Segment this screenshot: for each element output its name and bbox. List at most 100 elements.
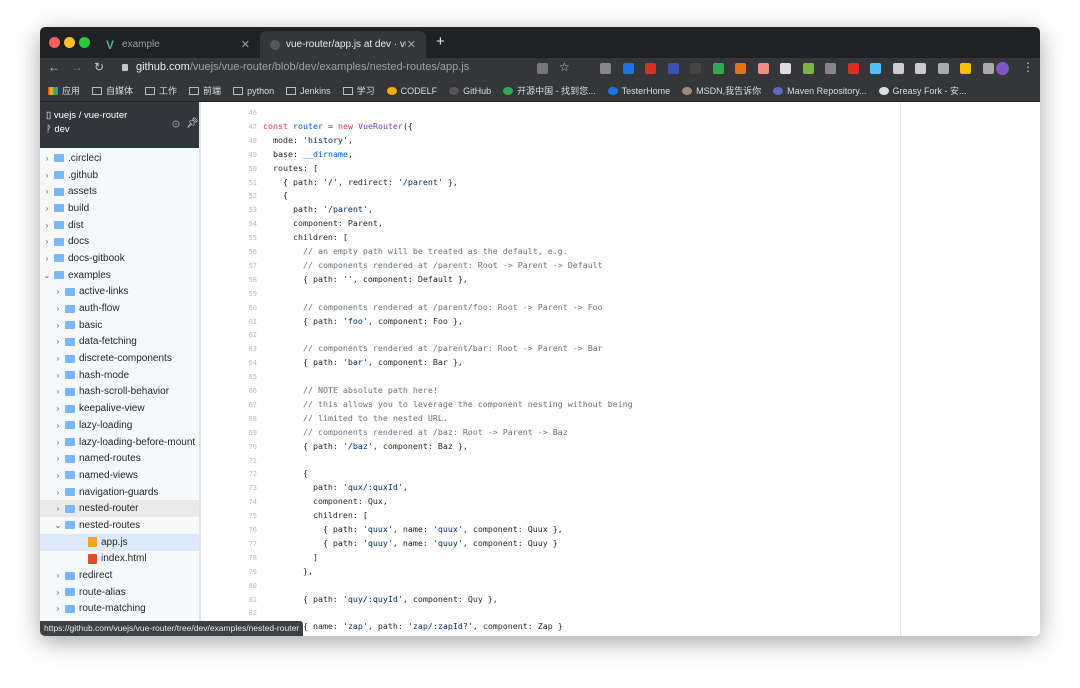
- line-number[interactable]: 52: [201, 192, 257, 200]
- extension-icon[interactable]: [757, 63, 769, 74]
- bookmark-item[interactable]: 学习: [342, 84, 375, 97]
- line-number[interactable]: 67: [201, 401, 257, 409]
- line-number[interactable]: 49: [201, 151, 257, 159]
- bookmark-item[interactable]: 前端: [189, 84, 221, 97]
- address-bar[interactable]: github.com/vuejs/vue-router/blob/dev/exa…: [136, 61, 469, 73]
- tree-item[interactable]: index.html: [40, 551, 199, 568]
- back-icon[interactable]: ←: [48, 60, 60, 74]
- forward-icon[interactable]: →: [71, 60, 83, 74]
- line-number[interactable]: 50: [201, 165, 257, 173]
- tree-item[interactable]: › assets: [40, 183, 199, 200]
- tab-example[interactable]: V example ✕: [96, 31, 260, 58]
- close-tab-icon[interactable]: ✕: [241, 38, 250, 51]
- tree-item[interactable]: › keepalive-view: [40, 400, 199, 417]
- line-number[interactable]: 56: [201, 248, 257, 256]
- line-number[interactable]: 51: [201, 179, 257, 187]
- extension-icon[interactable]: [712, 63, 724, 74]
- line-number[interactable]: 76: [201, 526, 257, 534]
- tree-item[interactable]: › named-views: [40, 467, 199, 484]
- line-number[interactable]: 80: [201, 582, 257, 590]
- line-number[interactable]: 82: [201, 609, 257, 617]
- extension-icon[interactable]: [937, 63, 949, 74]
- bookmark-item[interactable]: 应用: [48, 84, 80, 97]
- tree-item[interactable]: › hash-mode: [40, 367, 199, 384]
- extension-icon[interactable]: [600, 63, 611, 74]
- line-number[interactable]: 69: [201, 429, 257, 437]
- extension-icon[interactable]: [870, 63, 881, 74]
- tab-github[interactable]: vue-router/app.js at dev · vuejs ✕: [260, 31, 426, 58]
- tree-item[interactable]: › lazy-loading-before-mount: [40, 434, 199, 451]
- extension-icon[interactable]: [735, 63, 746, 74]
- extension-icon[interactable]: [690, 63, 701, 74]
- tree-item[interactable]: › named-routes: [40, 450, 199, 467]
- tree-item[interactable]: › basic: [40, 317, 199, 334]
- tree-item[interactable]: › docs: [40, 233, 199, 250]
- line-number[interactable]: 58: [201, 276, 257, 284]
- extension-icon[interactable]: [915, 63, 926, 74]
- tree-item[interactable]: › route-alias: [40, 584, 199, 601]
- tree-item[interactable]: › redirect: [40, 567, 199, 584]
- bookmark-item[interactable]: GitHub: [449, 86, 491, 96]
- tree-item[interactable]: › .github: [40, 167, 199, 184]
- tree-item[interactable]: ⌄ nested-routes: [40, 517, 199, 534]
- bookmark-star-icon[interactable]: ☆: [559, 60, 570, 74]
- extension-icon[interactable]: [802, 63, 814, 74]
- line-number[interactable]: 81: [201, 596, 257, 604]
- pin-icon[interactable]: 📌︎: [186, 118, 199, 129]
- tree-item[interactable]: › active-links: [40, 284, 199, 301]
- maximize-window-button[interactable]: [79, 37, 90, 48]
- tree-item[interactable]: › .circleci: [40, 150, 199, 167]
- line-number[interactable]: 65: [201, 373, 257, 381]
- line-number[interactable]: 77: [201, 540, 257, 548]
- tree-item[interactable]: › auth-flow: [40, 300, 199, 317]
- bookmark-item[interactable]: MSDN,我告诉你: [682, 84, 761, 97]
- tree-item[interactable]: › nested-router: [40, 500, 199, 518]
- line-number[interactable]: 63: [201, 345, 257, 353]
- reload-icon[interactable]: ↻: [94, 60, 104, 74]
- minimize-window-button[interactable]: [64, 37, 75, 48]
- extension-icon[interactable]: [825, 63, 836, 74]
- tree-item[interactable]: › lazy-loading: [40, 417, 199, 434]
- line-number[interactable]: 47: [201, 123, 257, 131]
- extension-icon[interactable]: [780, 63, 791, 74]
- translate-icon[interactable]: [537, 63, 548, 74]
- bookmark-item[interactable]: Greasy Fork - 安...: [878, 84, 967, 97]
- menu-icon[interactable]: ⋮: [1022, 60, 1034, 74]
- extension-icon[interactable]: [645, 63, 656, 74]
- tree-item[interactable]: app.js: [40, 533, 199, 551]
- tree-item[interactable]: › docs-gitbook: [40, 250, 199, 267]
- line-number[interactable]: 71: [201, 457, 257, 465]
- line-number[interactable]: 78: [201, 554, 257, 562]
- bookmark-item[interactable]: 自媒体: [92, 84, 133, 97]
- extension-icon[interactable]: [892, 63, 904, 74]
- settings-icon[interactable]: ⚙: [171, 118, 181, 131]
- bookmark-item[interactable]: 工作: [145, 84, 177, 97]
- tree-item[interactable]: › hash-scroll-behavior: [40, 384, 199, 401]
- line-number[interactable]: 59: [201, 290, 257, 298]
- tree-item[interactable]: ⌄ examples: [40, 267, 199, 284]
- bookmark-item[interactable]: python: [233, 86, 274, 96]
- line-number[interactable]: 48: [201, 137, 257, 145]
- line-number[interactable]: 72: [201, 470, 257, 478]
- bookmark-item[interactable]: Maven Repository...: [773, 86, 867, 96]
- new-tab-button[interactable]: +: [436, 33, 445, 50]
- line-number[interactable]: 55: [201, 234, 257, 242]
- profile-avatar[interactable]: [996, 62, 1009, 75]
- tree-item[interactable]: › navigation-guards: [40, 484, 199, 501]
- line-number[interactable]: 73: [201, 484, 257, 492]
- extension-icon[interactable]: [960, 63, 971, 74]
- line-number[interactable]: 79: [201, 568, 257, 576]
- line-number[interactable]: 62: [201, 331, 257, 339]
- line-number[interactable]: 54: [201, 220, 257, 228]
- line-number[interactable]: 66: [201, 387, 257, 395]
- line-number[interactable]: 70: [201, 443, 257, 451]
- line-number[interactable]: 68: [201, 415, 257, 423]
- bookmark-item[interactable]: CODELF: [386, 86, 437, 96]
- extension-icon[interactable]: [982, 63, 994, 74]
- tree-item[interactable]: › dist: [40, 217, 199, 234]
- bookmark-item[interactable]: TesterHome: [607, 86, 670, 96]
- line-number[interactable]: 64: [201, 359, 257, 367]
- line-number[interactable]: 46: [201, 109, 257, 117]
- tree-item[interactable]: › discrete-components: [40, 350, 199, 367]
- tree-item[interactable]: › route-matching: [40, 601, 199, 618]
